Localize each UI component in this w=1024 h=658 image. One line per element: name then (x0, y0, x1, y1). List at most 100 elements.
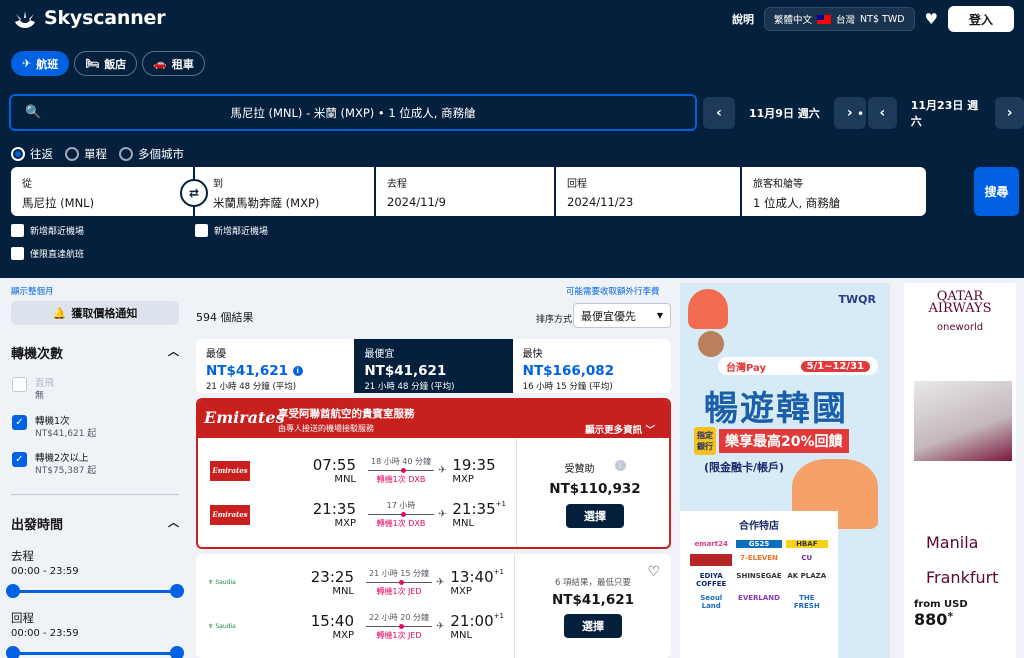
store-logo: EDIYA COFFEE (696, 572, 727, 588)
emirates-banner[interactable]: Emirates 享受阿聯酋航空的貴賓室服務 由專人接送的機場接駁服務 顯示更多… (198, 400, 669, 438)
add-nearby-destination[interactable]: 新增鄰近機場 (195, 224, 268, 237)
arrive-code: MNL (450, 630, 473, 641)
depart-field[interactable]: 去程 2024/11/9 (376, 167, 554, 216)
price-box: 受贊助 i NT$110,932 選擇 (516, 438, 669, 547)
arrive-time: 19:35 (452, 456, 498, 474)
swap-arrows-icon: ⇄ (188, 186, 200, 200)
stops-filter-header[interactable]: 轉機次數 ︿ (11, 343, 179, 362)
to-field[interactable]: 到 米蘭馬勒奔薩 (MXP) (195, 167, 374, 216)
flight-result-card[interactable]: ♆ Saudia 23:25 MNL 21 小時 15 分鐘 轉機1次 JED ✈ 1… (196, 554, 671, 658)
stops-option-two-plus[interactable]: ✓ 轉機2次以上 NT$75,387 起 (12, 452, 96, 478)
checkbox-label: 僅限直達航班 (30, 250, 85, 260)
tab-fastest[interactable]: 最快 NT$166,082 16 小時 15 分鐘 (平均) (513, 339, 671, 393)
select-button[interactable]: 選擇 (564, 614, 622, 638)
stop-price: NT$41,621 起 (35, 429, 97, 439)
day-offset: +1 (493, 568, 504, 576)
heart-icon[interactable]: ♡ (647, 564, 660, 580)
ad-tag: 指定銀行 (694, 427, 716, 455)
add-nearby-origin[interactable]: 新增鄰近機場 (11, 224, 84, 237)
select-button[interactable]: 選擇 (566, 504, 624, 528)
skyscanner-logo[interactable]: Skyscanner (12, 7, 166, 29)
brand-name: Skyscanner (44, 7, 166, 29)
return-time-slider[interactable] (6, 646, 184, 658)
radio-label: 往返 (30, 147, 53, 161)
return-label: 回程 (567, 179, 587, 190)
depart-code: MXP (334, 518, 356, 529)
trip-type-group: 往返 單程 多個城市 (11, 146, 184, 162)
search-button[interactable]: 搜尋 (974, 167, 1019, 216)
tab-name: 最優 (206, 349, 226, 360)
help-link[interactable]: 說明 (732, 11, 754, 27)
tab-duration: 21 小時 48 分鐘 (平均) (206, 382, 297, 392)
direct-only-checkbox[interactable]: 僅限直達航班 (11, 247, 84, 260)
checkbox-checked: ✓ (12, 452, 27, 467)
trip-multi-city[interactable]: 多個城市 (119, 146, 184, 162)
times-filter-header[interactable]: 出發時間 ︿ (11, 514, 179, 533)
outbound-time-range: 00:00 - 23:59 (11, 566, 79, 577)
plane-icon: ✈ (436, 621, 445, 632)
show-whole-month-link[interactable]: 顯示整個月 (11, 285, 54, 297)
return-field[interactable]: 回程 2024/11/23 (556, 167, 740, 216)
qatar-airways-ad[interactable]: QATAR AIRWAYS oneworld Manila Frankfurt … (904, 283, 1016, 658)
banner-subtitle: 由專人接送的機場接駁服務 (278, 424, 374, 433)
checkbox-checked: ✓ (12, 415, 27, 430)
outbound-time-slider[interactable] (6, 584, 184, 598)
search-summary-bar[interactable]: 🔍 馬尼拉 (MNL) - 米蘭 (MXP) • 1 位成人, 商務艙 (9, 94, 697, 131)
swap-airports-button[interactable]: ⇄ (180, 179, 208, 207)
leg-stops: 轉機1次 JED (376, 587, 422, 596)
arrive-code: MXP (452, 474, 474, 485)
return-next-day-button[interactable]: › (995, 97, 1024, 129)
airplane-image (914, 381, 1012, 461)
tab-cheapest[interactable]: 最便宜 NT$41,621 21 小時 48 分鐘 (平均) (354, 339, 513, 393)
depart-code: MNL (332, 586, 354, 597)
travellers-field[interactable]: 旅客和艙等 1 位成人, 商務艙 (742, 167, 926, 216)
origin-city: Manila (926, 533, 979, 552)
saudia-palm-icon: ♆ (208, 623, 214, 630)
parachute-icon (688, 289, 728, 329)
return-prev-day-button[interactable]: ‹ (868, 97, 897, 129)
depart-code: MXP (332, 630, 354, 641)
depart-time: 21:35 (312, 500, 356, 518)
stops-option-one[interactable]: ✓ 轉機1次 NT$41,621 起 (12, 415, 96, 441)
sunrise-logo-icon (15, 11, 35, 28)
tab-best[interactable]: 最優 NT$41,621 i 21 小時 48 分鐘 (平均) (196, 339, 354, 393)
outbound-prev-day-button[interactable]: ‹ (703, 97, 735, 129)
store-logo: HBAF (785, 540, 828, 548)
tab-car-hire[interactable]: 🚗 租車 (142, 51, 205, 76)
radio-selected (11, 147, 25, 161)
price-alert-button[interactable]: 🔔 獲取價格通知 (11, 301, 179, 325)
day-offset: +1 (495, 500, 506, 508)
partner-panel: 合作特店 emart24 GS25 HBAF 7-ELEVEN CU EDIYA… (680, 511, 838, 658)
from-field[interactable]: 從 馬尼拉 (MNL) (11, 167, 193, 216)
saved-heart-icon[interactable]: ♥ (925, 10, 938, 28)
sponsored-flight-card[interactable]: Emirates 享受阿聯酋航空的貴賓室服務 由專人接送的機場接駁服務 顯示更多… (196, 398, 671, 549)
baggage-fees-link[interactable]: 可能需要收取額外行李費 (566, 285, 660, 297)
stops-option-direct: 直飛無 (12, 377, 54, 403)
arrive-time: 13:40+1 (450, 568, 504, 586)
price-box: ♡ 6 項結果，最低只要 NT$41,621 選擇 (514, 554, 671, 658)
ad-offer: 樂享最高20%回饋 (719, 429, 849, 453)
leg-duration: 17 小時 (386, 501, 416, 510)
trip-one-way[interactable]: 單程 (65, 146, 107, 162)
show-more-link[interactable]: 顯示更多資訊 ﹀ (585, 422, 655, 436)
trip-round-trip[interactable]: 往返 (11, 146, 53, 162)
tab-duration: 21 小時 48 分鐘 (平均) (364, 382, 455, 392)
sort-select[interactable]: 最便宜優先 ▼ (573, 303, 671, 328)
to-label: 到 (213, 179, 223, 190)
plane-icon: ✈ (436, 577, 445, 588)
taiwan-pay-ad[interactable]: TWQR 台灣Pay 5/1~12/31 暢遊韓國 指定銀行 樂享最高20%回饋… (680, 283, 890, 658)
store-logo: AK PLAZA (787, 572, 827, 580)
locale-button[interactable]: 繁體中文 台灣 NT$ TWD (764, 7, 915, 31)
depart-code: MNL (334, 474, 356, 485)
info-icon[interactable]: i (614, 460, 626, 471)
plane-icon: ✈ (438, 509, 447, 520)
info-icon[interactable]: i (292, 366, 303, 376)
bell-icon: 🔔 (52, 306, 67, 320)
tab-hotels[interactable]: 🛏 飯店 (74, 51, 138, 76)
tab-flights[interactable]: ✈ 航班 (11, 51, 70, 76)
price-prefix: from USD (914, 599, 968, 610)
arrive-code: MNL (452, 518, 475, 529)
chevron-down-icon: ﹀ (645, 425, 655, 436)
login-button[interactable]: 登入 (948, 6, 1014, 32)
day-offset: +1 (493, 612, 504, 620)
